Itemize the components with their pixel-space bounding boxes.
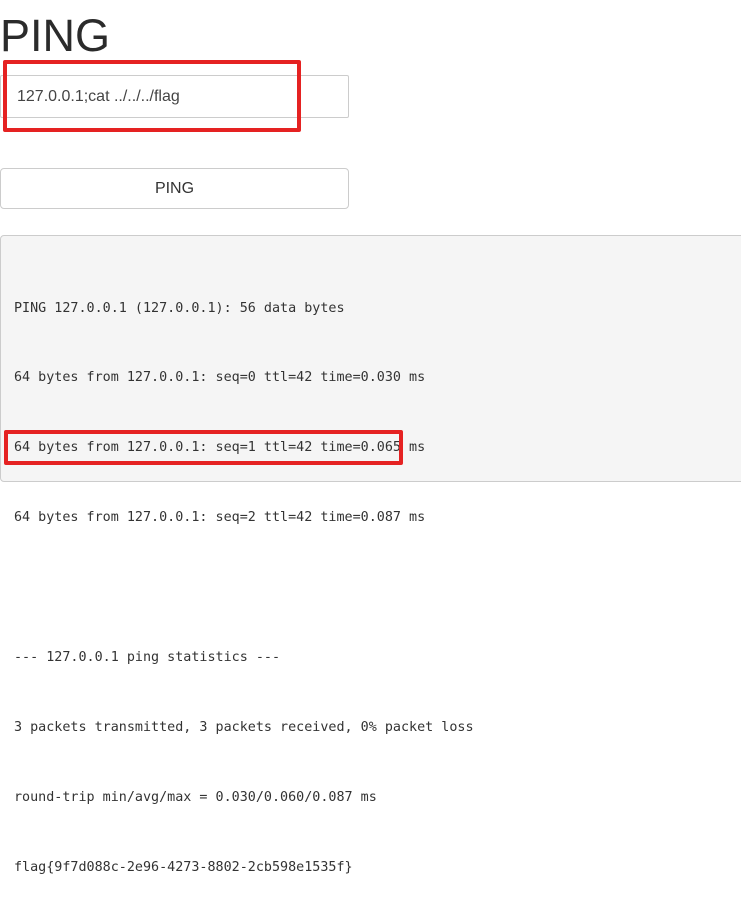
output-line: 64 bytes from 127.0.0.1: seq=2 ttl=42 ti…: [14, 510, 426, 526]
ping-button[interactable]: PING: [0, 168, 349, 209]
output-line: round-trip min/avg/max = 0.030/0.060/0.0…: [14, 789, 377, 805]
output-line: 64 bytes from 127.0.0.1: seq=1 ttl=42 ti…: [14, 440, 426, 456]
output-line: --- 127.0.0.1 ping statistics ---: [14, 650, 281, 666]
page-title: PING: [0, 10, 111, 61]
ping-output: PING 127.0.0.1 (127.0.0.1): 56 data byte…: [0, 235, 741, 875]
output-line-blank: [14, 576, 741, 599]
flag-output-line: flag{9f7d088c-2e96-4273-8802-2cb598e1535…: [14, 859, 353, 875]
ip-address-input[interactable]: [0, 75, 349, 118]
output-line: 3 packets transmitted, 3 packets receive…: [14, 719, 474, 735]
output-line: PING 127.0.0.1 (127.0.0.1): 56 data byte…: [14, 300, 345, 316]
output-line: 64 bytes from 127.0.0.1: seq=0 ttl=42 ti…: [14, 370, 426, 386]
